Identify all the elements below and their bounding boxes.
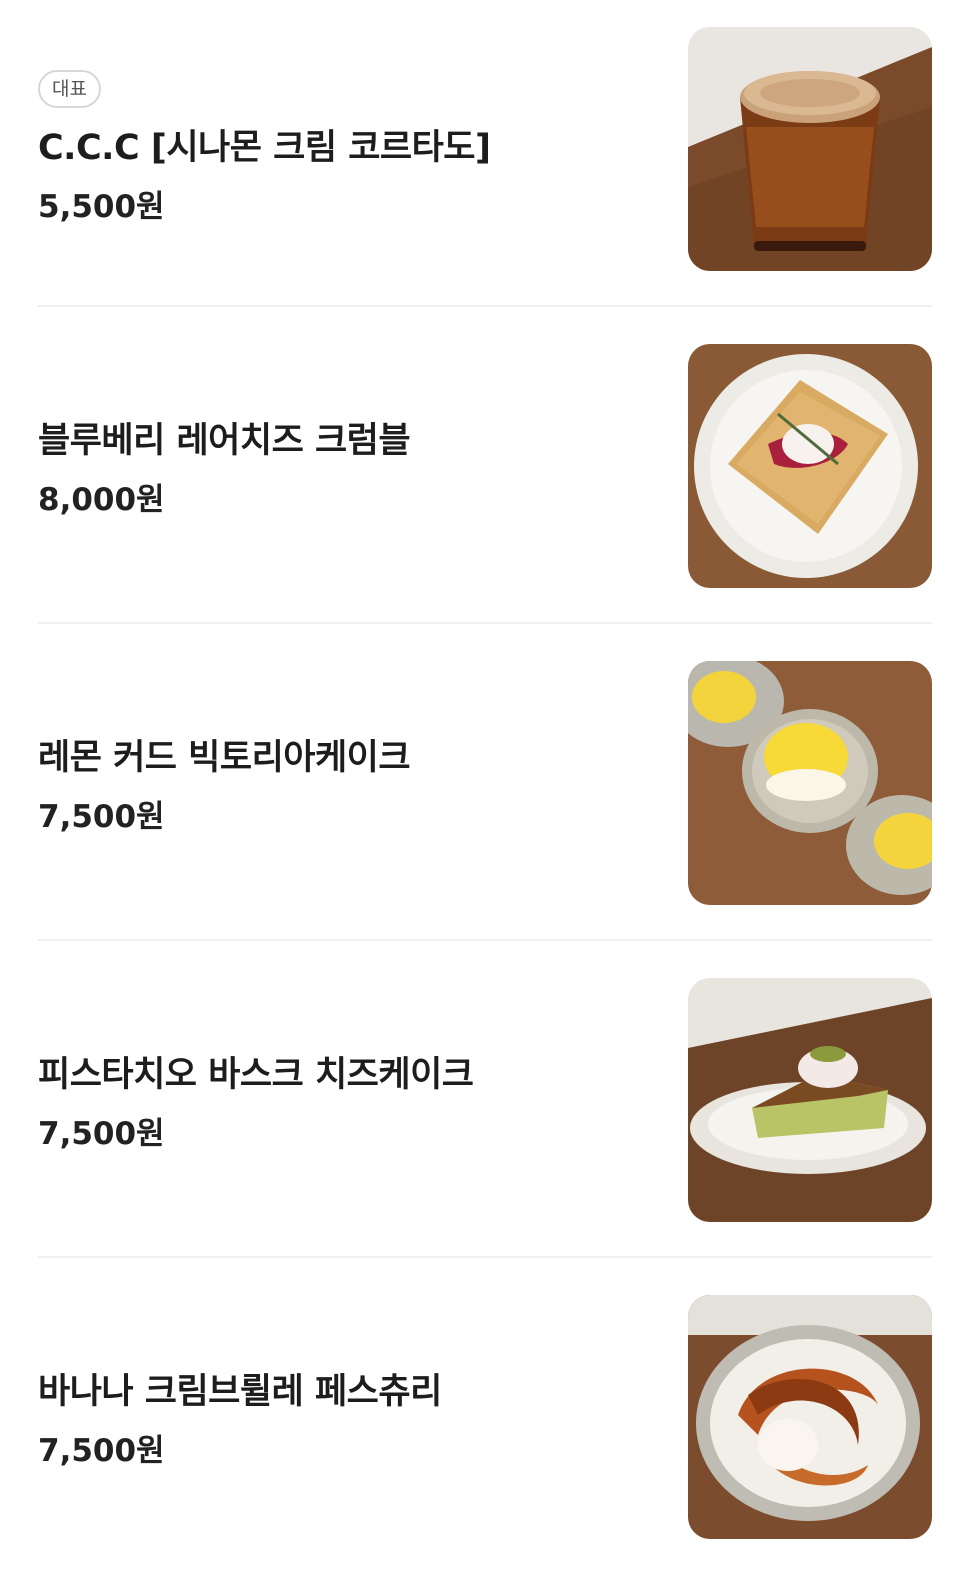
menu-item-name: 블루베리 레어치즈 크럼블 (38, 421, 411, 461)
menu-item-price: 7,500원 (38, 1116, 165, 1152)
menu-item-info: 레몬 커드 빅토리아케이크 7,500원 (38, 661, 638, 905)
divider (38, 305, 932, 307)
menu-item-price: 7,500원 (38, 799, 165, 835)
divider (38, 1256, 932, 1258)
menu-item-info: 블루베리 레어치즈 크럼블 8,000원 (38, 344, 638, 588)
menu-item-price: 8,000원 (38, 482, 165, 518)
menu-item-name: 바나나 크림브륄레 페스츄리 (38, 1372, 442, 1412)
lemon-cake-photo[interactable] (688, 661, 932, 905)
divider (38, 939, 932, 941)
menu-item-name: 피스타치오 바스크 치즈케이크 (38, 1055, 474, 1095)
menu-item-blueberry-crumble[interactable]: 블루베리 레어치즈 크럼블 8,000원 (38, 344, 932, 588)
crumble-cake-photo[interactable] (688, 344, 932, 588)
menu-item-lemon-victoria-cake[interactable]: 레몬 커드 빅토리아케이크 7,500원 (38, 661, 932, 905)
menu-item-cinnamon-cortado[interactable]: 대표 C.C.C [시나몬 크림 코르타도] 5,500원 (38, 27, 932, 271)
menu-item-info: 대표 C.C.C [시나몬 크림 코르타도] 5,500원 (38, 27, 638, 271)
menu-item-info: 바나나 크림브륄레 페스츄리 7,500원 (38, 1295, 638, 1539)
menu-item-price: 7,500원 (38, 1433, 165, 1469)
banana-pastry-photo[interactable] (688, 1295, 932, 1539)
divider (38, 622, 932, 624)
coffee-cup-photo[interactable] (688, 27, 932, 271)
menu-item-banana-brulee-pastry[interactable]: 바나나 크림브륄레 페스츄리 7,500원 (38, 1295, 932, 1539)
menu-item-pistachio-basque-cheesecake[interactable]: 피스타치오 바스크 치즈케이크 7,500원 (38, 978, 932, 1222)
menu-item-info: 피스타치오 바스크 치즈케이크 7,500원 (38, 978, 638, 1222)
basque-cheesecake-photo[interactable] (688, 978, 932, 1222)
menu-list: 대표 C.C.C [시나몬 크림 코르타도] 5,500원 블루베리 레어치즈 … (0, 0, 966, 1593)
signature-badge: 대표 (38, 70, 101, 108)
menu-item-name: 레몬 커드 빅토리아케이크 (38, 738, 411, 778)
menu-item-name: C.C.C [시나몬 크림 코르타도] (38, 128, 491, 168)
menu-item-price: 5,500원 (38, 189, 165, 225)
